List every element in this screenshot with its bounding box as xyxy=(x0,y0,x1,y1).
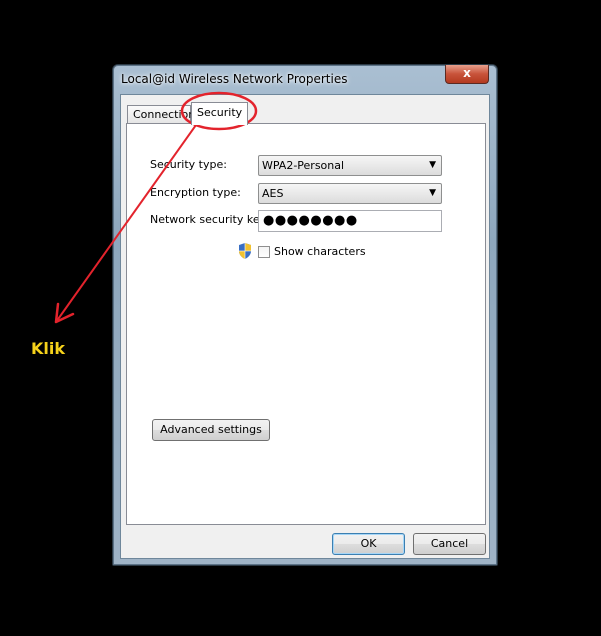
arrow-head-icon xyxy=(54,302,75,324)
security-type-dropdown[interactable]: WPA2-Personal ▼ xyxy=(258,155,442,176)
ok-button[interactable]: OK xyxy=(332,533,405,555)
dropdown-arrow-icon: ▼ xyxy=(429,188,436,198)
window-title: Local@id Wireless Network Properties xyxy=(121,72,348,86)
dialog-client-area: Connection Security Security type: WPA2-… xyxy=(120,94,490,559)
cancel-button[interactable]: Cancel xyxy=(413,533,486,555)
security-type-value: WPA2-Personal xyxy=(262,159,345,172)
tab-security[interactable]: Security xyxy=(191,102,248,125)
uac-shield-icon xyxy=(239,243,251,259)
show-characters-label[interactable]: Show characters xyxy=(274,245,366,258)
show-characters-checkbox[interactable] xyxy=(258,246,270,258)
properties-dialog: Local@id Wireless Network Properties x C… xyxy=(112,64,498,566)
encryption-type-value: AES xyxy=(262,187,284,200)
security-tab-panel: Security type: WPA2-Personal ▼ Encryptio… xyxy=(126,123,486,525)
encryption-type-label: Encryption type: xyxy=(150,186,241,199)
network-key-input[interactable]: ●●●●●●●● xyxy=(258,210,442,232)
annotation-klik-label: Klik xyxy=(31,339,66,358)
security-type-label: Security type: xyxy=(150,158,227,171)
network-key-label: Network security key xyxy=(150,213,267,226)
close-button[interactable]: x xyxy=(445,65,489,84)
title-bar[interactable]: Local@id Wireless Network Properties x xyxy=(113,65,497,93)
advanced-settings-button[interactable]: Advanced settings xyxy=(152,419,270,441)
dropdown-arrow-icon: ▼ xyxy=(429,160,436,170)
tab-connection[interactable]: Connection xyxy=(127,105,195,125)
encryption-type-dropdown[interactable]: AES ▼ xyxy=(258,183,442,204)
network-key-value: ●●●●●●●● xyxy=(263,213,358,228)
close-icon: x xyxy=(463,66,471,80)
